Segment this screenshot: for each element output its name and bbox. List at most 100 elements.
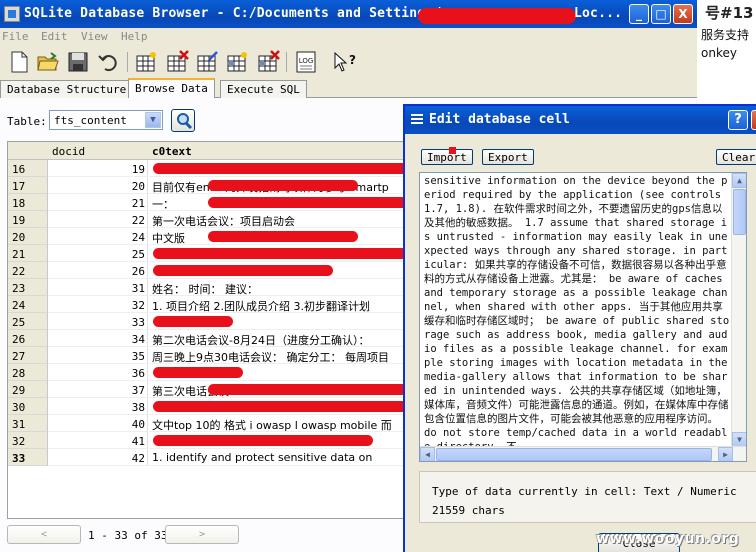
- row-number[interactable]: 33: [8, 449, 48, 466]
- app-icon[interactable]: [4, 6, 20, 22]
- delete-index-icon[interactable]: [256, 50, 280, 74]
- cell-docid[interactable]: 33: [48, 313, 148, 330]
- delete-table-icon[interactable]: [165, 50, 189, 74]
- row-number[interactable]: 31: [8, 415, 48, 432]
- row-number[interactable]: 30: [8, 398, 48, 415]
- row-number[interactable]: 21: [8, 245, 48, 262]
- create-table-icon[interactable]: [134, 50, 158, 74]
- row-number[interactable]: 20: [8, 228, 48, 245]
- row-number[interactable]: 26: [8, 330, 48, 347]
- cell-docid[interactable]: 26: [48, 262, 148, 279]
- cell-c0text[interactable]: 第一次电话会议：项目启动会: [149, 211, 426, 228]
- cell-docid[interactable]: 36: [48, 364, 148, 381]
- menu-file[interactable]: File: [2, 30, 29, 43]
- menu-help[interactable]: Help: [121, 30, 148, 43]
- cell-docid[interactable]: 41: [48, 432, 148, 449]
- table-row[interactable]: 32 41: [8, 432, 426, 449]
- row-number[interactable]: 25: [8, 313, 48, 330]
- horizontal-scrollbar[interactable]: ◀ ▶: [420, 446, 746, 461]
- table-row[interactable]: 18 21 一：: [8, 194, 426, 211]
- chevron-down-icon[interactable]: ▼: [145, 112, 161, 128]
- cell-text[interactable]: sensitive information on the device beyo…: [424, 174, 730, 446]
- next-page-button[interactable]: >: [165, 525, 239, 544]
- dialog-title-bar[interactable]: Edit database cell ? X: [405, 106, 756, 134]
- row-number[interactable]: 19: [8, 211, 48, 228]
- previous-page-button[interactable]: <: [7, 525, 81, 544]
- clear-button[interactable]: Clear: [716, 149, 756, 165]
- tab-execute-sql[interactable]: Execute SQL: [220, 80, 307, 98]
- cell-docid[interactable]: 42: [48, 449, 148, 466]
- table-row[interactable]: 30 38: [8, 398, 426, 415]
- minimize-button[interactable]: _: [629, 4, 649, 24]
- cell-c0text[interactable]: 文中top 10的 格式 i owasp l owasp mobile 而: [149, 415, 426, 432]
- log-icon[interactable]: LOG: [294, 50, 318, 74]
- table-row[interactable]: 29 37 第三次电话会议: [8, 381, 426, 398]
- export-button[interactable]: Export: [482, 149, 534, 165]
- cell-c0text[interactable]: 第二次电话会议-8月24日（进度分工确认）：: [149, 330, 426, 347]
- table-row[interactable]: 16 19: [8, 160, 426, 177]
- modify-table-icon[interactable]: [195, 50, 219, 74]
- cell-docid[interactable]: 37: [48, 381, 148, 398]
- row-number[interactable]: 32: [8, 432, 48, 449]
- help-button[interactable]: ?: [728, 110, 748, 130]
- cell-text-editor[interactable]: sensitive information on the device beyo…: [419, 172, 747, 462]
- vertical-scrollbar[interactable]: ▲ ▼: [731, 173, 746, 447]
- menu-edit[interactable]: Edit: [41, 30, 68, 43]
- undo-icon[interactable]: [96, 50, 120, 74]
- save-icon[interactable]: [66, 50, 90, 74]
- table-row[interactable]: 33 42 1. identify and protect sensitive da…: [8, 449, 426, 466]
- cell-docid[interactable]: 20: [48, 177, 148, 194]
- tab-browse-data[interactable]: Browse Data: [128, 78, 215, 99]
- open-database-icon[interactable]: [36, 50, 60, 74]
- table-row[interactable]: 20 24 中文版: [8, 228, 426, 245]
- table-row[interactable]: 28 36: [8, 364, 426, 381]
- column-header-c0text[interactable]: c0text: [152, 145, 192, 158]
- row-number[interactable]: 16: [8, 160, 48, 177]
- table-row[interactable]: 27 35 周三晚上9点30电话会议： 确定分工： 每周项目: [8, 347, 426, 364]
- cell-c0text[interactable]: 1. identify and protect sensitive data o…: [149, 449, 426, 466]
- whats-this-icon[interactable]: ?: [332, 50, 356, 74]
- cell-c0text[interactable]: 周三晚上9点30电话会议： 确定分工： 每周项目: [149, 347, 426, 364]
- table-select[interactable]: fts_content ▼: [49, 110, 163, 130]
- dialog-close-button[interactable]: X: [751, 110, 756, 130]
- table-row[interactable]: 31 40 文中top 10的 格式 i owasp l owasp mobile …: [8, 415, 426, 432]
- cell-docid[interactable]: 32: [48, 296, 148, 313]
- table-row[interactable]: 23 31 姓名： 时间： 建议：: [8, 279, 426, 296]
- scroll-down-icon[interactable]: ▼: [732, 432, 746, 447]
- tab-database-structure[interactable]: Database Structure: [0, 80, 134, 98]
- create-index-icon[interactable]: [225, 50, 249, 74]
- table-row[interactable]: 25 33: [8, 313, 426, 330]
- cell-docid[interactable]: 40: [48, 415, 148, 432]
- scroll-right-icon[interactable]: ▶: [718, 447, 733, 461]
- find-button[interactable]: [171, 109, 195, 132]
- row-number[interactable]: 17: [8, 177, 48, 194]
- table-row[interactable]: 1720目前仅有enisa的开发指南可以作为参考 smartp: [8, 177, 426, 194]
- dialog-menu-icon[interactable]: [410, 113, 424, 126]
- import-button[interactable]: Import: [421, 149, 473, 165]
- cell-docid[interactable]: 34: [48, 330, 148, 347]
- title-bar[interactable]: SQLite Database Browser - C:/Documents a…: [0, 0, 697, 28]
- new-database-icon[interactable]: [7, 50, 31, 74]
- cell-c0text[interactable]: 1. 项目介绍 2.团队成员介绍 3.初步翻译计划: [149, 296, 426, 313]
- close-button[interactable]: X: [673, 4, 693, 24]
- cell-docid[interactable]: 24: [48, 228, 148, 245]
- cell-docid[interactable]: 19: [48, 160, 148, 177]
- table-row[interactable]: 22 26: [8, 262, 426, 279]
- scroll-thumb[interactable]: [436, 448, 712, 461]
- row-number[interactable]: 29: [8, 381, 48, 398]
- cell-docid[interactable]: 25: [48, 245, 148, 262]
- row-number[interactable]: 22: [8, 262, 48, 279]
- cell-docid[interactable]: 22: [48, 211, 148, 228]
- row-number[interactable]: 28: [8, 364, 48, 381]
- row-number[interactable]: 27: [8, 347, 48, 364]
- scroll-left-icon[interactable]: ◀: [420, 447, 435, 461]
- row-number[interactable]: 23: [8, 279, 48, 296]
- column-header-docid[interactable]: docid: [52, 145, 85, 158]
- cell-docid[interactable]: 35: [48, 347, 148, 364]
- cell-docid[interactable]: 21: [48, 194, 148, 211]
- cell-c0text[interactable]: 姓名： 时间： 建议：: [149, 279, 426, 296]
- table-row[interactable]: 21 25: [8, 245, 426, 262]
- scroll-thumb[interactable]: [733, 189, 746, 235]
- table-row[interactable]: 26 34 第二次电话会议-8月24日（进度分工确认）：: [8, 330, 426, 347]
- row-number[interactable]: 18: [8, 194, 48, 211]
